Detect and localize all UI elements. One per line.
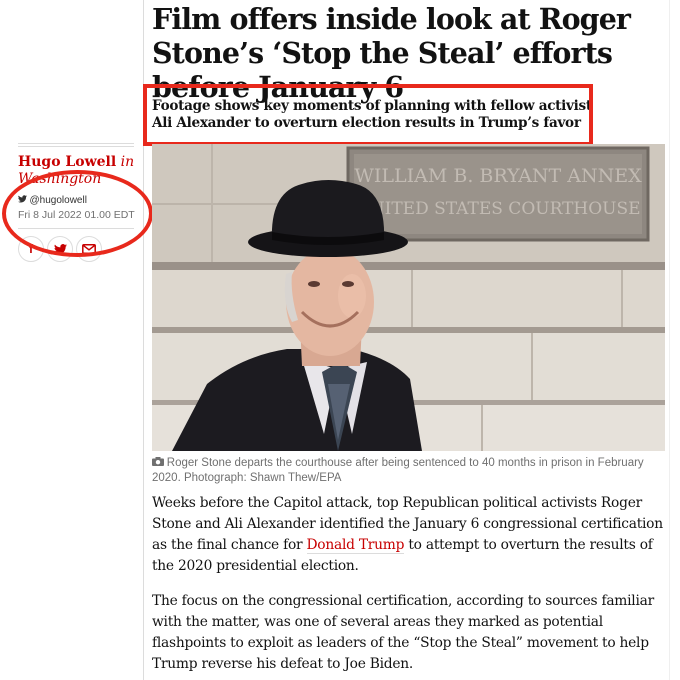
sign-line-2: UNITED STATES COURTHOUSE [355,199,640,219]
article-paragraph-2: The focus on the congressional certifica… [152,593,654,672]
right-edge-divider [669,0,670,680]
byline-circle-annotation [2,170,153,257]
photo-caption: Roger Stone departs the courthouse after… [152,456,664,486]
sign-line-1: WILLIAM B. BRYANT ANNEX [354,165,642,187]
author-name-link[interactable]: Hugo Lowell [18,154,116,170]
article-photo: WILLIAM B. BRYANT ANNEX UNITED STATES CO… [152,144,665,451]
camera-icon [152,457,167,469]
byline-divider [18,143,134,147]
article-paragraph-1: Weeks before the Capitol attack, top Rep… [152,493,668,577]
donald-trump-link[interactable]: Donald Trump [306,537,404,554]
caption-text: Roger Stone departs the courthouse after… [152,457,644,484]
standfirst-highlight-annotation [143,84,593,146]
